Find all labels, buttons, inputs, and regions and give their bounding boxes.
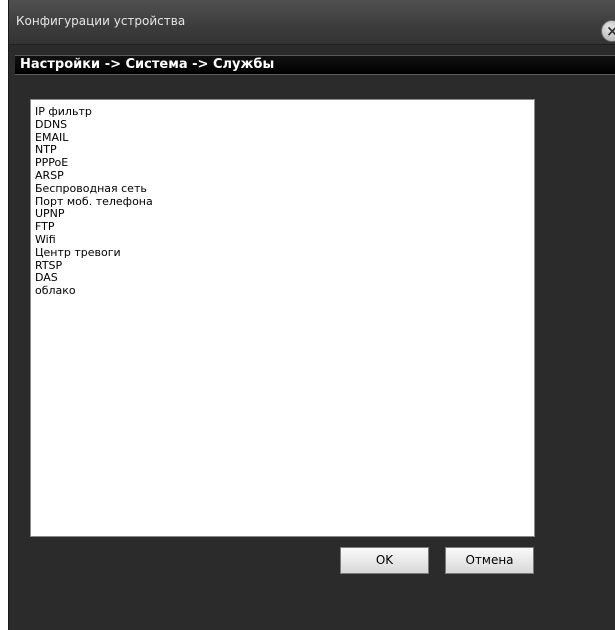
- ok-button[interactable]: OK: [340, 547, 429, 574]
- list-item[interactable]: Порт моб. телефона: [35, 195, 534, 209]
- list-item[interactable]: облако: [35, 284, 534, 298]
- list-item[interactable]: FTP: [35, 220, 534, 234]
- list-item[interactable]: PPPoE: [35, 156, 534, 170]
- services-list[interactable]: IP фильтр DDNS EMAIL NTP PPPoE ARSP Беспроводн…: [30, 99, 535, 537]
- list-item[interactable]: DDNS: [35, 118, 534, 132]
- close-icon: ×: [606, 22, 615, 40]
- list-item[interactable]: UPNP: [35, 208, 534, 221]
- list-item[interactable]: Wifi: [35, 233, 534, 247]
- window-title: Конфигурации устройства: [16, 14, 186, 28]
- list-item[interactable]: EMAIL: [35, 131, 534, 145]
- list-item[interactable]: Беспроводная сеть: [35, 182, 534, 196]
- title-bar: Конфигурации устройства: [9, 0, 615, 45]
- breadcrumb: Настройки -> Система -> Службы: [15, 55, 615, 75]
- list-item[interactable]: NTP: [35, 144, 534, 157]
- list-item[interactable]: RTSP: [35, 259, 534, 273]
- device-config-window: Конфигурации устройства × Настройки -> С…: [8, 0, 615, 630]
- services-list-items: IP фильтр DDNS EMAIL NTP PPPoE ARSP Беспроводн…: [31, 100, 534, 298]
- list-item[interactable]: Центр тревоги: [35, 246, 534, 260]
- list-item[interactable]: IP фильтр: [35, 105, 534, 119]
- list-item[interactable]: DAS: [35, 272, 534, 285]
- list-item[interactable]: ARSP: [35, 169, 534, 183]
- cancel-button[interactable]: Отмена: [445, 547, 534, 574]
- breadcrumb-path: Настройки -> Система -> Службы: [20, 57, 275, 72]
